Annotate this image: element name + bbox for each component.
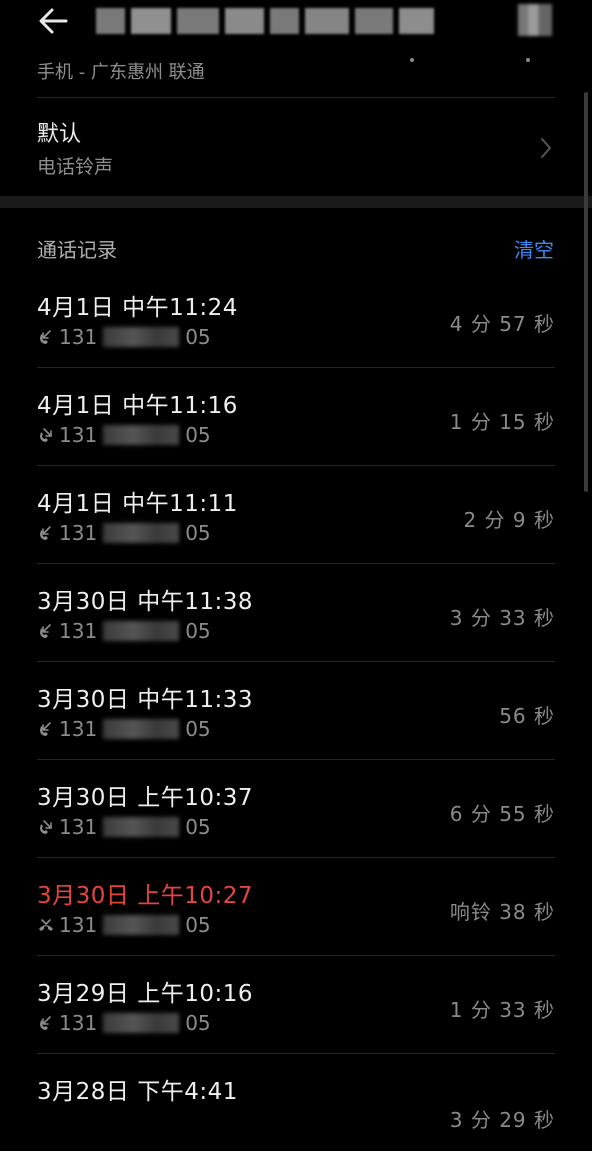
call-duration: 响铃 38 秒 <box>449 900 555 924</box>
call-number: 131 05 <box>37 815 211 839</box>
avatar[interactable] <box>518 4 552 36</box>
call-number: 131 05 <box>37 521 211 545</box>
call-number: 131 05 <box>37 717 211 741</box>
phone-incoming-icon <box>40 526 51 540</box>
number-prefix: 131 <box>59 325 98 349</box>
call-duration: 56 秒 <box>499 704 555 728</box>
number-prefix: 131 <box>59 521 98 545</box>
phone-outgoing-icon <box>40 820 52 834</box>
call-datetime: 4月1日 中午11:16 <box>37 393 238 419</box>
number-redacted <box>103 327 180 347</box>
call-duration: 3 分 29 秒 <box>449 1108 555 1132</box>
phone-incoming-icon <box>40 330 51 344</box>
chevron-right-icon <box>541 138 551 158</box>
number-prefix: 131 <box>59 913 98 937</box>
call-log-row[interactable]: 4月1日 中午11:24 131 05 4 分 57 秒 <box>37 270 555 368</box>
call-log-list: 4月1日 中午11:24 131 05 4 分 57 秒 4月1日 中午11:16 131… <box>0 270 592 1151</box>
call-number: 131 05 <box>37 913 211 937</box>
number-suffix: 05 <box>185 423 211 447</box>
number-suffix: 05 <box>185 717 211 741</box>
call-datetime: 4月1日 中午11:24 <box>37 295 238 321</box>
call-log-row[interactable]: 3月30日 上午10:37 131 05 6 分 55 秒 <box>37 760 555 858</box>
number-suffix: 05 <box>185 619 211 643</box>
number-suffix: 05 <box>185 815 211 839</box>
number-redacted <box>103 719 180 739</box>
call-datetime: 3月28日 下午4:41 <box>37 1079 238 1105</box>
number-redacted <box>103 817 180 837</box>
phone-outgoing-icon <box>40 428 52 442</box>
call-duration: 3 分 33 秒 <box>449 606 555 630</box>
number-redacted <box>103 621 180 641</box>
ringtone-sub: 电话铃声 <box>37 156 114 178</box>
contact-name-redacted <box>96 8 434 34</box>
call-duration: 6 分 55 秒 <box>449 802 555 826</box>
call-duration: 4 分 57 秒 <box>449 312 555 336</box>
divider <box>37 97 555 98</box>
arrow-left-icon[interactable] <box>36 4 76 38</box>
number-redacted <box>103 915 180 935</box>
call-log-header: 通话记录 <box>37 238 117 262</box>
section-divider <box>0 196 592 208</box>
call-log-row[interactable]: 3月30日 中午11:33 131 05 56 秒 <box>37 662 555 760</box>
call-duration: 1 分 33 秒 <box>449 998 555 1022</box>
number-prefix: 131 <box>59 815 98 839</box>
number-prefix: 131 <box>59 1011 98 1035</box>
carrier-extra <box>410 58 530 64</box>
call-duration: 2 分 9 秒 <box>463 508 555 532</box>
number-suffix: 05 <box>185 521 211 545</box>
phone-missed-icon <box>39 919 53 931</box>
number-prefix: 131 <box>59 619 98 643</box>
phone-incoming-icon <box>40 624 51 638</box>
call-log-row[interactable]: 3月28日 下午4:41 3 分 29 秒 <box>37 1054 555 1151</box>
number-prefix: 131 <box>59 423 98 447</box>
ringtone-label: 默认 <box>37 122 82 147</box>
phone-incoming-icon <box>40 722 51 736</box>
number-redacted <box>103 523 180 543</box>
number-suffix: 05 <box>185 913 211 937</box>
call-log-row[interactable]: 4月1日 中午11:11 131 05 2 分 9 秒 <box>37 466 555 564</box>
call-log-row[interactable]: 3月30日 上午10:27 131 05 响铃 38 秒 <box>37 858 555 956</box>
number-suffix: 05 <box>185 1011 211 1035</box>
number-redacted <box>103 1013 180 1033</box>
call-number: 131 05 <box>37 423 211 447</box>
call-duration: 1 分 15 秒 <box>449 410 555 434</box>
call-log-row[interactable]: 3月29日 上午10:16 131 05 1 分 33 秒 <box>37 956 555 1054</box>
call-number: 131 05 <box>37 1011 211 1035</box>
call-datetime: 3月30日 中午11:38 <box>37 589 253 615</box>
call-log-row[interactable]: 3月30日 中午11:38 131 05 3 分 33 秒 <box>37 564 555 662</box>
call-datetime: 3月29日 上午10:16 <box>37 981 253 1007</box>
number-suffix: 05 <box>185 325 211 349</box>
call-datetime: 4月1日 中午11:11 <box>37 491 238 517</box>
carrier-info: 手机 - 广东惠州 联通 <box>37 62 205 83</box>
call-datetime: 3月30日 中午11:33 <box>37 687 253 713</box>
clear-log-button[interactable]: 清空 <box>514 234 554 263</box>
scrollbar[interactable] <box>584 92 588 492</box>
ringtone-setting[interactable]: 默认 电话铃声 <box>0 100 592 195</box>
number-prefix: 131 <box>59 717 98 741</box>
call-number: 131 05 <box>37 619 211 643</box>
call-datetime: 3月30日 上午10:27 <box>37 883 253 909</box>
call-log-row[interactable]: 4月1日 中午11:16 131 05 1 分 15 秒 <box>37 368 555 466</box>
phone-incoming-icon <box>40 1016 51 1030</box>
number-redacted <box>103 425 180 445</box>
call-number: 131 05 <box>37 325 211 349</box>
call-datetime: 3月30日 上午10:37 <box>37 785 253 811</box>
top-bar <box>0 0 592 46</box>
